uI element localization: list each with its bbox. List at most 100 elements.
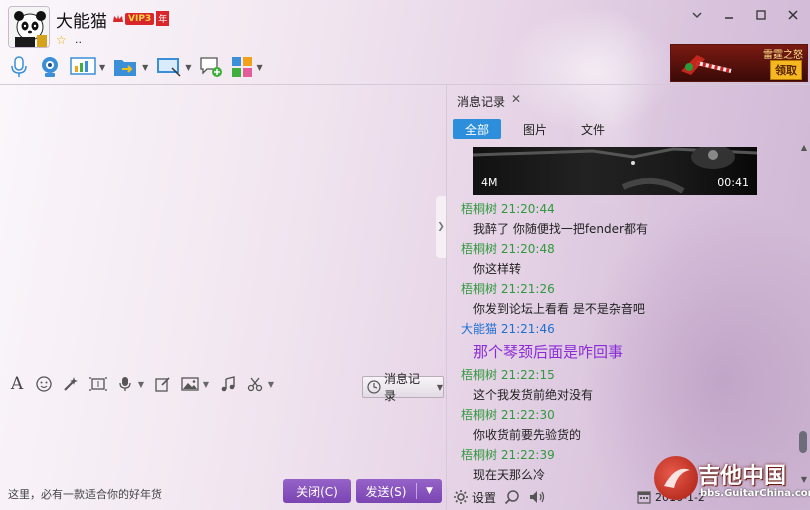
message-time: 21:21:26 [500,282,555,296]
list-item: 梧桐树 21:21:26 你发到论坛上看看 是不是杂音吧 [461,279,791,319]
sender-name: 梧桐树 [461,242,498,256]
list-item: 梧桐树 21:20:44 我醉了 你随便找一把fender都有 [461,199,791,239]
chevron-right-icon: ❯ [437,222,445,232]
scroll-up-icon[interactable]: ▲ [801,143,807,152]
chevron-down-icon[interactable]: ▼ [202,375,210,393]
promo-banner[interactable]: 雷霆之怒 领取 [670,44,808,82]
collapse-handle[interactable]: ❯ [436,196,446,258]
apps-icon[interactable]: ▼ [231,54,263,80]
sender-name: 大能猫 [461,322,498,336]
history-tabs: 全部 图片 文件 [453,119,617,139]
chevron-down-icon[interactable]: ▼ [267,375,275,393]
history-panel-title: 消息记录 [457,95,506,109]
sender-name: 梧桐树 [461,448,498,462]
add-chat-icon[interactable] [199,54,223,80]
message-text: 那个琴颈后面是咋回事 [473,343,624,361]
tab-images[interactable]: 图片 [511,119,559,139]
sender-name: 梧桐树 [461,202,498,216]
chevron-down-icon[interactable]: ▼ [256,63,262,72]
chat-pane [0,84,446,510]
microphone-icon[interactable] [8,54,30,80]
star-icon[interactable]: ☆ [56,33,67,47]
message-header: 梧桐树 21:20:44 [461,199,791,219]
watermark-title: 吉他中国 [698,464,787,489]
music-icon[interactable] [219,375,237,393]
message-time: 21:22:15 [500,368,555,382]
message-text: 你这样转 [473,262,522,276]
username[interactable]: 大能猫 [56,7,107,32]
avatar[interactable] [8,6,50,48]
close-icon[interactable]: ✕ [511,92,521,106]
edit-note-icon[interactable] [154,375,172,393]
watermark: 吉他中国 bbs.GuitarChina.com [650,454,810,508]
chevron-down-icon[interactable]: ▼ [185,63,191,72]
tab-all[interactable]: 全部 [453,119,502,139]
message-header: 梧桐树 21:20:48 [461,239,791,259]
video-message[interactable]: 4M 00:41 [473,147,757,195]
message-header: 梧桐树 21:22:30 [461,405,791,425]
message-time: 21:22:39 [500,448,555,462]
chevron-down-icon[interactable]: ▼ [137,375,145,393]
screen-share-icon[interactable]: ▼ [156,54,191,80]
magic-wand-icon[interactable] [62,375,80,393]
list-item: 梧桐树 21:22:30 你收货前要先验货的 [461,405,791,445]
chevron-down-icon[interactable]: ▼ [99,63,105,72]
screenshot-icon[interactable] [89,375,107,393]
promo-title: 雷霆之怒 [763,50,803,61]
window-controls [690,8,800,22]
font-icon[interactable]: A [8,374,26,394]
video-size: 4M [481,176,498,189]
scrollbar-thumb[interactable] [799,431,807,453]
guitarchina-logo [654,456,698,500]
gear-icon [454,490,468,504]
close-button[interactable]: 关闭(C) [283,479,351,503]
emoji-icon[interactable] [35,375,53,393]
message-header: 大能猫 21:21:46 [461,319,791,339]
maximize-icon[interactable] [754,8,768,22]
webcam-icon[interactable] [38,54,62,80]
minimize-icon[interactable] [722,8,736,22]
settings-button[interactable]: 设置 [453,489,496,506]
message-text: 我醉了 你随便找一把fender都有 [473,222,648,236]
message-time: 21:20:48 [500,242,555,256]
crown-icon [113,14,123,22]
message-time: 21:22:30 [500,408,555,422]
message-time: 21:20:44 [500,202,555,216]
list-item: 梧桐树 21:20:48 你这样转 [461,239,791,279]
toolbar: ▼ ▼ ▼ ▼ [8,54,263,80]
scissors-icon[interactable] [246,375,264,393]
claim-button[interactable]: 领取 [770,60,802,80]
vip-badge[interactable]: VIP3 年 [112,11,170,26]
send-button[interactable]: 发送(S) ▼ [356,479,442,503]
vip-year: 年 [156,11,170,26]
vip-level: VIP3 [125,12,155,25]
sender-name: 梧桐树 [461,408,498,422]
speaker-icon[interactable] [528,489,546,505]
remote-assist-icon[interactable]: ▼ [70,54,105,80]
chevron-down-icon[interactable]: ▼ [142,63,148,72]
footer-ad-link[interactable]: 这里，必有一款适合你的好年货 [8,486,162,502]
message-text: 你收货前要先验货的 [473,428,582,442]
calendar-icon [637,491,651,504]
clock-icon [367,380,381,394]
chevron-down-icon[interactable]: ▼ [417,486,442,496]
message-history-panel: 消息记录 ✕ 全部 图片 文件 4M 00:41 梧桐树 21:20:44 我醉… [446,84,810,510]
file-transfer-icon[interactable]: ▼ [113,54,148,80]
edit-toolbar: A ▼ ▼ ▼ [8,374,275,394]
close-icon[interactable] [786,8,800,22]
search-icon[interactable] [504,489,520,505]
list-item: 大能猫 21:21:46 那个琴颈后面是咋回事 [461,319,791,365]
send-button-label[interactable]: 发送(S) [356,483,416,500]
message-text: 你发到论坛上看看 是不是杂音吧 [473,302,645,316]
message-time: 21:21:46 [500,322,555,336]
video-duration: 00:41 [717,176,749,189]
guitar-gift-icon [681,55,732,75]
signature[interactable]: .. [75,33,82,46]
skin-icon[interactable] [690,8,704,22]
tab-files[interactable]: 文件 [569,119,617,139]
splitter[interactable] [0,371,446,372]
message-header: 梧桐树 21:22:15 [461,365,791,385]
message-history-button[interactable]: 消息记录 ▼ [362,372,444,403]
image-icon[interactable] [181,375,199,393]
voice-message-icon[interactable] [116,375,134,393]
